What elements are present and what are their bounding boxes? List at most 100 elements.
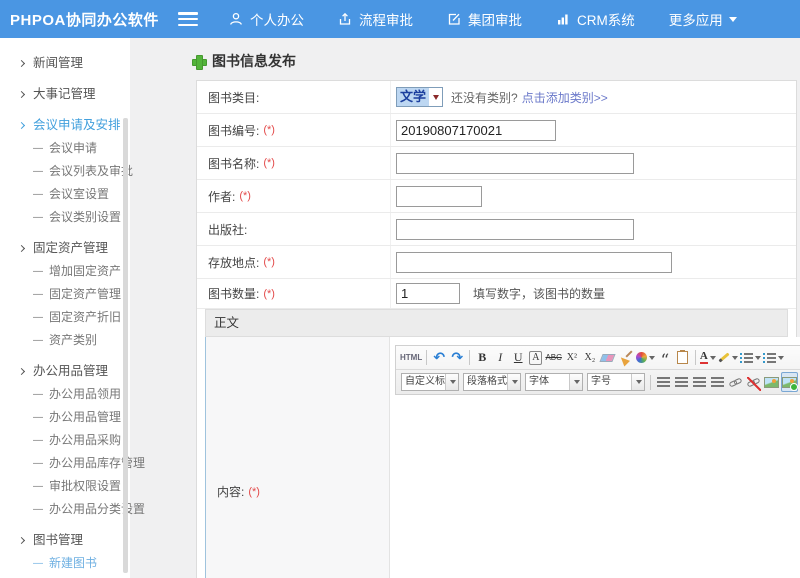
sidebar-item-child[interactable]: —会议类别设置 [0, 206, 130, 229]
sidebar-item-parent[interactable]: 图书管理 [0, 529, 130, 552]
sidebar-item-child[interactable]: —会议室设置 [0, 183, 130, 206]
subscript-button[interactable]: X₂ [582, 348, 598, 368]
book-name-input[interactable] [396, 153, 634, 174]
nav-more-apps[interactable]: 更多应用 [652, 0, 754, 38]
dash-icon: — [33, 206, 43, 229]
italic-button[interactable]: I [492, 348, 508, 368]
person-icon [229, 12, 243, 26]
caret-down-icon [710, 356, 716, 360]
nav-crm-system[interactable]: CRM系统 [539, 0, 652, 38]
sidebar-item-child[interactable]: —办公用品领用 [0, 383, 130, 406]
sidebar-item-child[interactable]: —办公用品分类设置 [0, 498, 130, 521]
insert-link-button[interactable] [727, 372, 743, 392]
paste-button[interactable] [675, 348, 691, 368]
sidebar-item-child[interactable]: —审批权限设置 [0, 475, 130, 498]
sidebar-item-child[interactable]: —固定资产折旧 [0, 306, 130, 329]
sidebar-item-child[interactable]: —固定资产管理 [0, 283, 130, 306]
form-row-author: 作者:(*) [197, 180, 796, 213]
book-number-label: 图书编号:(*) [197, 114, 391, 146]
unlink-icon [746, 377, 760, 387]
editor-content-area[interactable] [395, 395, 800, 578]
category-select[interactable]: 文学 [396, 87, 443, 107]
font-color-button[interactable]: A [700, 348, 716, 368]
sidebar-item-label: 办公用品领用 [49, 383, 121, 406]
menu-toggle-icon[interactable] [178, 12, 198, 26]
quantity-label: 图书数量:(*) [197, 279, 391, 308]
font-family-select[interactable]: 字体 [525, 373, 583, 391]
nav-workflow-approval[interactable]: 流程审批 [321, 0, 430, 38]
dash-icon: — [33, 498, 43, 521]
sidebar-item-child[interactable]: —办公用品采购 [0, 429, 130, 452]
remove-link-button[interactable] [745, 372, 761, 392]
undo-button[interactable]: ↶ [431, 348, 447, 368]
sidebar-item-parent[interactable]: 办公用品管理 [0, 360, 130, 383]
unordered-list-button[interactable] [763, 348, 784, 368]
font-color-icon: A [700, 351, 708, 364]
ordered-list-button[interactable] [740, 348, 761, 368]
clean-format-button[interactable] [618, 348, 634, 368]
sidebar-item-child[interactable]: —办公用品管理 [0, 406, 130, 429]
sidebar-item-child[interactable]: —增加固定资产 [0, 260, 130, 283]
align-left-button[interactable] [655, 372, 671, 392]
underline-button[interactable]: U [510, 348, 526, 368]
location-input[interactable] [396, 252, 672, 273]
sidebar-item-label: 大事记管理 [33, 83, 96, 106]
sidebar-item-child[interactable]: —会议列表及审批 [0, 160, 130, 183]
workflow-approval-icon [338, 12, 352, 26]
highlight-pen-button[interactable] [718, 348, 738, 368]
upload-image-icon [782, 377, 797, 388]
align-justify-button[interactable] [709, 372, 725, 392]
dash-icon: — [33, 475, 43, 498]
redo-button[interactable]: ↷ [449, 348, 465, 368]
nav-label: 集团审批 [468, 9, 522, 29]
quantity-input[interactable] [396, 283, 460, 304]
nav-group-approval[interactable]: 集团审批 [430, 0, 539, 38]
dash-icon: — [33, 329, 43, 352]
align-center-button[interactable] [673, 372, 689, 392]
dash-icon: — [33, 137, 43, 160]
eraser-button[interactable] [600, 348, 616, 368]
no-category-hint: 还没有类别? [451, 89, 518, 106]
nav-personal-office[interactable]: 个人办公 [212, 0, 321, 38]
rich-text-editor: HTML ↶ ↷ B I U A ABC X² X₂ [390, 337, 800, 578]
font-size-select[interactable]: 字号 [587, 373, 645, 391]
sidebar-scrollbar[interactable] [123, 118, 128, 573]
sidebar-item-child[interactable]: —资产类别 [0, 329, 130, 352]
bold-button[interactable]: B [474, 348, 490, 368]
toolbar-separator [426, 350, 427, 365]
sidebar-item-child[interactable]: —新建图书 [0, 552, 130, 575]
sidebar-item-parent[interactable]: 大事记管理 [0, 83, 130, 106]
toolbar-row-2: 自定义标题 段落格式 字体 字号 [396, 370, 800, 394]
sidebar-item-child[interactable]: — 会议申请 [0, 137, 130, 160]
font-box-button[interactable]: A [529, 351, 542, 365]
format-painter-icon [636, 352, 647, 363]
paragraph-format-select[interactable]: 段落格式 [463, 373, 521, 391]
superscript-button[interactable]: X² [564, 348, 580, 368]
upload-image-button[interactable] [781, 372, 798, 392]
html-source-button[interactable]: HTML [400, 348, 422, 368]
format-painter-button[interactable] [636, 348, 655, 368]
sidebar-item-parent[interactable]: 会议申请及安排 [0, 114, 130, 137]
sidebar-item-label: 办公用品管理 [49, 406, 121, 429]
caret-down-icon [631, 374, 644, 390]
sidebar-item-label: 会议申请 [49, 137, 97, 160]
book-name-label: 图书名称:(*) [197, 147, 391, 179]
sidebar-item-child[interactable]: —办公用品库存管理 [0, 452, 130, 475]
sidebar-item-parent[interactable]: 新闻管理 [0, 52, 130, 75]
book-number-input[interactable] [396, 120, 556, 141]
blockquote-button[interactable]: “ [657, 348, 673, 368]
custom-heading-select[interactable]: 自定义标题 [401, 373, 459, 391]
main-content: 图书信息发布 图书类目: 文学 还没有类别? 点击添加类别>> 图书编号:(*) [130, 38, 800, 578]
nav-label: 流程审批 [359, 9, 413, 29]
sidebar-menu: 新闻管理大事记管理会议申请及安排—会议申请—会议列表及审批—会议室设置—会议类别… [0, 38, 130, 578]
align-right-button[interactable] [691, 372, 707, 392]
add-plus-icon [192, 55, 205, 68]
strikethrough-button[interactable]: ABC [545, 348, 561, 368]
publisher-input[interactable] [396, 219, 634, 240]
align-justify-icon [711, 377, 724, 387]
insert-image-button[interactable] [763, 372, 779, 392]
author-input[interactable] [396, 186, 482, 207]
clipboard-icon [677, 351, 688, 364]
sidebar-item-parent[interactable]: 固定资产管理 [0, 237, 130, 260]
add-category-link[interactable]: 点击添加类别>> [522, 89, 608, 106]
